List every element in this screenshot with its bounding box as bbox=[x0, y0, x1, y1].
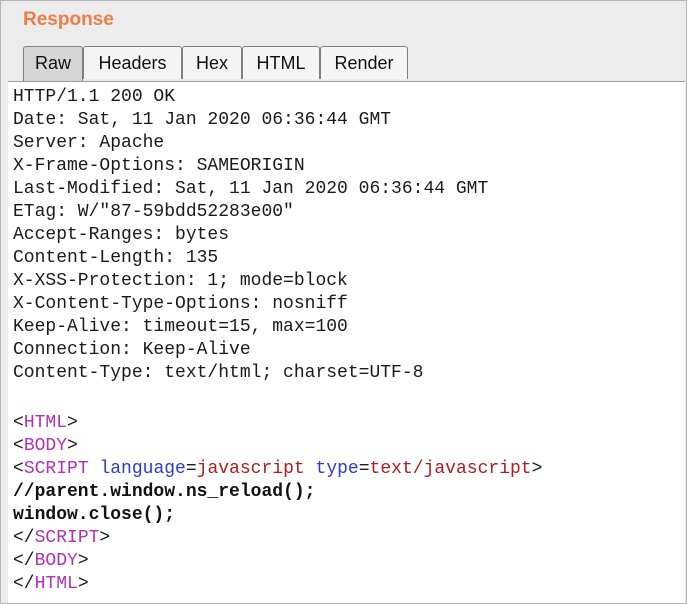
header-line: Connection: Keep-Alive bbox=[13, 340, 251, 360]
script-open-line: <SCRIPT language=javascript type=text/ja… bbox=[13, 459, 543, 479]
raw-response-text[interactable]: HTTP/1.1 200 OK Date: Sat, 11 Jan 2020 0… bbox=[8, 81, 685, 603]
tag-name: SCRIPT bbox=[23, 459, 89, 479]
header-line: Server: Apache bbox=[13, 133, 165, 153]
html-open-line: <HTML> bbox=[13, 413, 78, 433]
header-line: Keep-Alive: timeout=15, max=100 bbox=[13, 317, 348, 337]
attribute-value: javascript bbox=[196, 459, 305, 479]
header-line: Last-Modified: Sat, 11 Jan 2020 06:36:44… bbox=[13, 179, 489, 199]
body-close-line: </BODY> bbox=[13, 551, 89, 571]
body-open-line: <BODY> bbox=[13, 436, 78, 456]
tag-name: HTML bbox=[23, 413, 68, 433]
response-panel: Response Raw Headers Hex HTML Render HTT… bbox=[0, 0, 687, 604]
html-close-line: </HTML> bbox=[13, 574, 89, 594]
attribute-value: text/javascript bbox=[369, 459, 532, 479]
header-line: ETag: W/"87-59bdd52283e00" bbox=[13, 202, 294, 222]
header-line: X-Frame-Options: SAMEORIGIN bbox=[13, 156, 305, 176]
tag-name: BODY bbox=[34, 551, 78, 571]
script-close-line: </SCRIPT> bbox=[13, 528, 111, 548]
tag-name: SCRIPT bbox=[34, 528, 100, 548]
tag-name: BODY bbox=[23, 436, 68, 456]
attribute-name: type bbox=[315, 459, 359, 479]
tab-hex[interactable]: Hex bbox=[182, 46, 242, 79]
attribute-name: language bbox=[99, 459, 186, 479]
panel-title: Response bbox=[23, 9, 114, 30]
tab-render[interactable]: Render bbox=[320, 46, 408, 79]
header-line: Accept-Ranges: bytes bbox=[13, 225, 230, 245]
tag-name: HTML bbox=[34, 574, 78, 594]
script-code-line: window.close(); bbox=[13, 505, 176, 525]
status-line: HTTP/1.1 200 OK bbox=[13, 87, 176, 107]
script-code-line: //parent.window.ns_reload(); bbox=[13, 482, 316, 502]
header-line: Content-Length: 135 bbox=[13, 248, 219, 268]
header-line: Content-Type: text/html; charset=UTF-8 bbox=[13, 363, 424, 383]
header-line: X-Content-Type-Options: nosniff bbox=[13, 294, 348, 314]
tab-html[interactable]: HTML bbox=[242, 46, 320, 79]
header-line: X-XSS-Protection: 1; mode=block bbox=[13, 271, 348, 291]
header-line: Date: Sat, 11 Jan 2020 06:36:44 GMT bbox=[13, 110, 392, 130]
tab-raw[interactable]: Raw bbox=[23, 46, 83, 81]
tab-headers[interactable]: Headers bbox=[83, 46, 182, 79]
